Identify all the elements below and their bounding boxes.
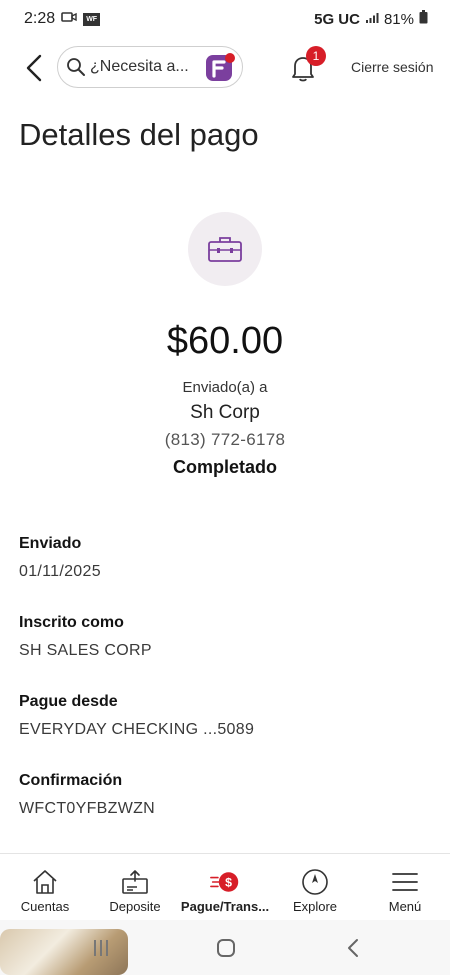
compass-icon — [300, 868, 330, 896]
payee-icon-circle — [188, 212, 262, 286]
signal-icon — [365, 11, 379, 28]
system-back-button[interactable] — [338, 936, 368, 960]
sent-to-label: Enviado(a) a — [182, 379, 268, 396]
detail-pay-from: Pague desde EVERYDAY CHECKING ...5089 — [19, 693, 254, 739]
detail-confirmation: Confirmación WFCT0YFBZWZN — [19, 772, 155, 818]
status-left: 2:28 WF — [24, 10, 101, 28]
fargo-assistant-icon[interactable] — [204, 52, 236, 84]
svg-text:$: $ — [225, 875, 232, 889]
logout-link[interactable]: Cierre sesión — [351, 59, 433, 75]
detail-enrolled-as: Inscrito como SH SALES CORP — [19, 614, 152, 660]
top-app-bar: ¿Necesita a... 1 Cierre sesión — [0, 40, 450, 96]
nav-menu[interactable]: Menú — [360, 854, 450, 919]
status-time: 2:28 — [24, 10, 56, 27]
back-button[interactable] — [20, 52, 48, 84]
detail-label: Enviado — [19, 535, 82, 552]
notification-count-badge: 1 — [306, 46, 326, 66]
nav-explore[interactable]: Explore — [270, 854, 360, 919]
detail-sent: Enviado 01/11/2025 — [19, 535, 101, 581]
nav-label: Cuentas — [20, 899, 70, 914]
nav-accounts[interactable]: Cuentas — [0, 854, 90, 919]
nav-label: Deposite — [109, 899, 161, 914]
bottom-nav: Cuentas Deposite $ Pague/Trans... Explor… — [0, 853, 450, 919]
hamburger-icon — [390, 868, 420, 896]
status-right: 5G UC 81% — [314, 10, 428, 28]
recents-button[interactable] — [86, 936, 116, 960]
nav-deposit[interactable]: Deposite — [90, 854, 180, 919]
status-bar: 2:28 WF 5G UC 81% — [0, 0, 450, 38]
payee-phone: (813) 772-6178 — [164, 430, 286, 449]
detail-value: SH SALES CORP — [19, 642, 152, 659]
payment-status: Completado — [172, 457, 277, 477]
detail-value: 01/11/2025 — [19, 563, 101, 580]
deposit-icon — [120, 868, 150, 896]
nav-label: Menú — [388, 899, 422, 914]
detail-value: WFCT0YFBZWZN — [19, 800, 156, 817]
nav-pay-transfer[interactable]: $ Pague/Trans... — [180, 854, 270, 919]
nav-label: Pague/Trans... — [180, 899, 270, 914]
system-nav-bar — [0, 920, 450, 975]
detail-label: Confirmación — [19, 772, 123, 789]
search-input[interactable]: ¿Necesita a... — [57, 46, 243, 88]
network-label: 5G UC — [314, 10, 360, 28]
back-chevron-icon — [348, 939, 358, 957]
battery-percent: 81% — [383, 10, 414, 28]
chevron-left-icon — [26, 54, 42, 82]
recents-icon — [94, 940, 108, 956]
home-button[interactable] — [211, 936, 241, 960]
detail-label: Pague desde — [19, 693, 118, 710]
search-icon — [67, 58, 85, 76]
search-placeholder: ¿Necesita a... — [90, 58, 189, 75]
payment-amount: $60.00 — [166, 320, 284, 362]
home-icon — [30, 868, 60, 896]
battery-icon — [419, 10, 428, 28]
nav-label: Explore — [292, 899, 338, 914]
briefcase-icon — [208, 237, 242, 262]
home-circle-icon — [217, 939, 235, 957]
pay-transfer-icon: $ — [210, 868, 240, 896]
video-icon — [61, 10, 77, 28]
detail-label: Inscrito como — [19, 614, 124, 631]
page-title: Detalles del pago — [19, 117, 259, 152]
payee-name: Sh Corp — [190, 402, 260, 423]
wf-app-icon: WF — [83, 12, 101, 26]
detail-value: EVERYDAY CHECKING ...5089 — [19, 721, 255, 738]
